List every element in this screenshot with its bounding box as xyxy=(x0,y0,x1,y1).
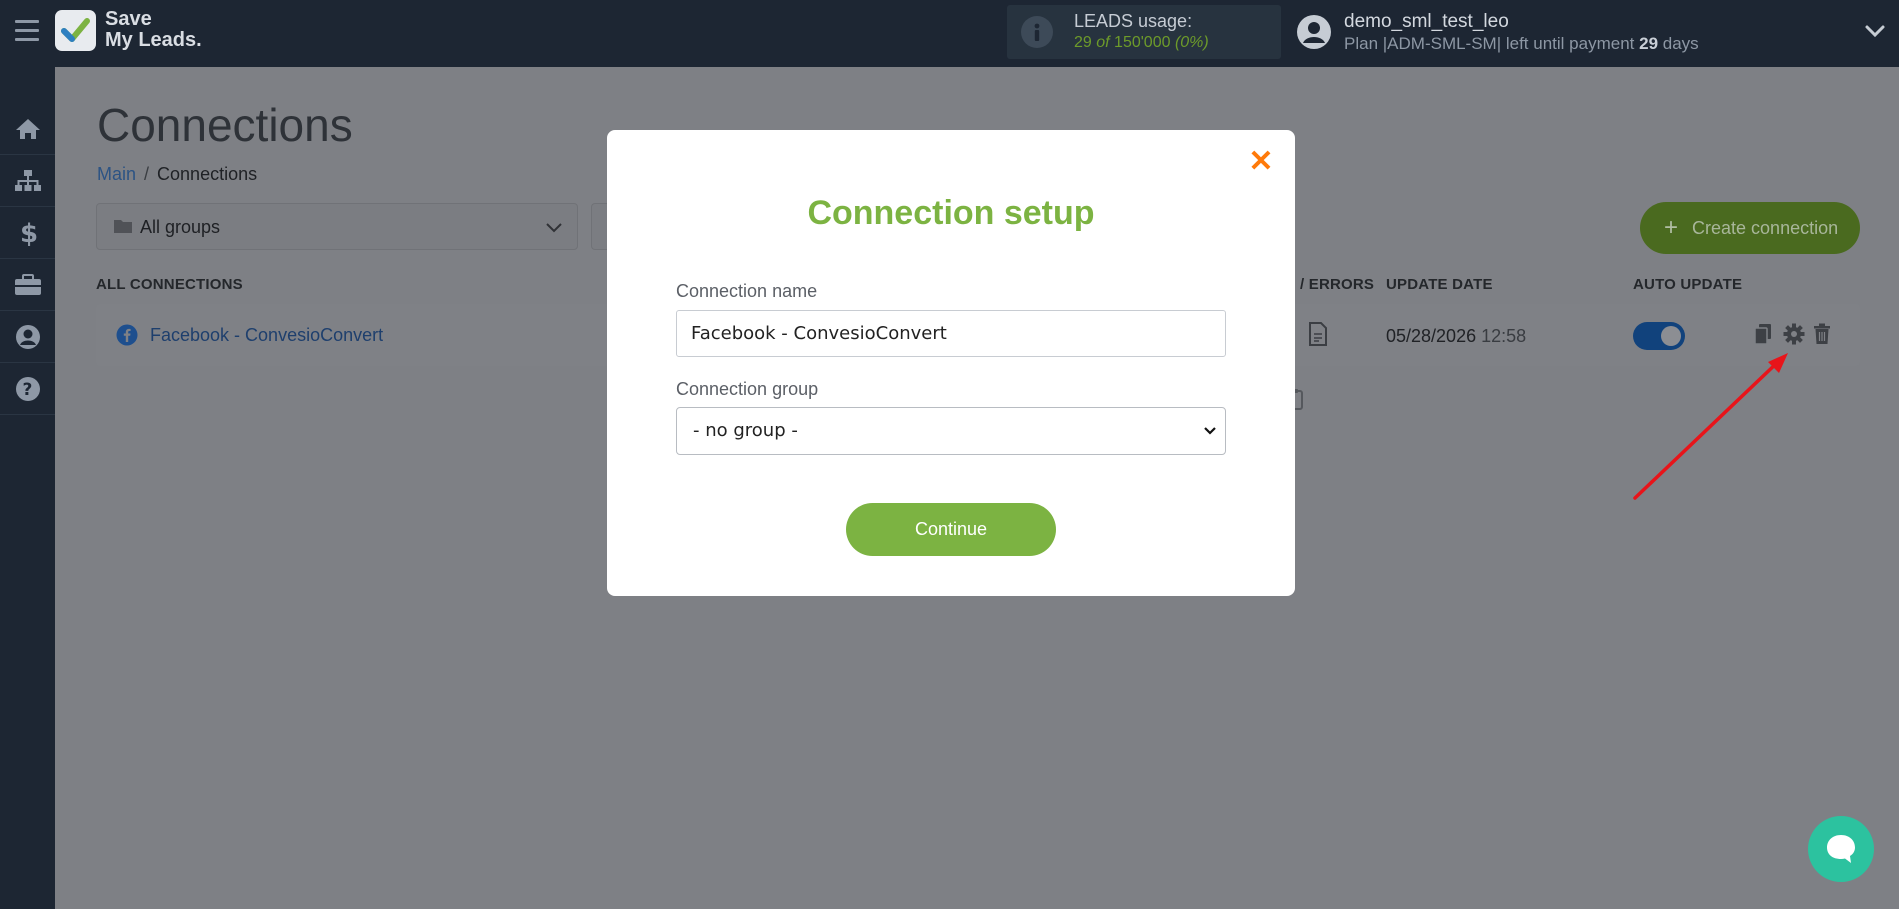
red-pointer-arrow xyxy=(1633,353,1788,500)
connection-group-value: - no group - xyxy=(693,420,798,441)
sidebar: $ ? xyxy=(0,67,55,909)
group-filter-select[interactable]: All groups xyxy=(96,203,578,250)
continue-button[interactable]: Continue xyxy=(846,503,1056,556)
help-icon: ? xyxy=(15,376,40,401)
chevron-down-icon xyxy=(546,223,562,233)
folder-icon xyxy=(114,220,132,233)
user-icon xyxy=(15,324,40,349)
create-connection-label: Create connection xyxy=(1692,217,1839,238)
logo-text[interactable]: Save My Leads. xyxy=(105,9,202,51)
sidebar-item-home[interactable] xyxy=(0,103,55,155)
usage-used: 29 xyxy=(1074,34,1092,51)
facebook-icon xyxy=(116,324,138,346)
usage-value: 29 of 150'000 (0%) xyxy=(1074,34,1209,52)
leads-usage-panel: LEADS usage: 29 of 150'000 (0%) xyxy=(1007,5,1281,59)
dollar-icon: $ xyxy=(20,219,37,247)
trash-icon[interactable] xyxy=(1813,323,1831,345)
chevron-down-icon xyxy=(1204,427,1216,435)
connection-group-label: Connection group xyxy=(676,379,819,399)
sidebar-item-sitemap[interactable] xyxy=(0,155,55,207)
usage-percent: (0%) xyxy=(1174,34,1209,51)
svg-text:?: ? xyxy=(22,380,32,400)
avatar-icon[interactable] xyxy=(1296,14,1332,50)
modal-title: Connection setup xyxy=(807,194,1095,232)
chat-button[interactable] xyxy=(1808,816,1874,882)
breadcrumb-separator: / xyxy=(144,164,150,184)
top-bar: Save My Leads. LEADS usage: 29 of 150'00… xyxy=(0,0,1899,67)
breadcrumb: Main / Connections xyxy=(97,164,257,185)
copy-icon[interactable] xyxy=(1754,323,1772,345)
plus-icon: + xyxy=(1664,214,1679,241)
update-date-day: 05/28/2026 xyxy=(1386,326,1477,346)
briefcase-icon xyxy=(14,273,41,295)
hamburger-menu-icon[interactable] xyxy=(15,20,39,42)
usage-label: LEADS usage: xyxy=(1074,11,1193,31)
days-suffix: days xyxy=(1662,34,1699,53)
logo-line-1: Save xyxy=(105,8,152,30)
connection-setup-modal: ✕ Connection setup Connection name Conne… xyxy=(607,130,1295,596)
sidebar-item-tools[interactable] xyxy=(0,259,55,311)
connection-name-label: Connection name xyxy=(676,281,818,301)
logo-icon[interactable] xyxy=(55,10,96,51)
chat-bubble-icon xyxy=(1827,835,1855,863)
days-left: 29 xyxy=(1639,34,1659,53)
update-date: 05/28/2026 12:58 xyxy=(1386,326,1526,347)
logo-line-2: My Leads. xyxy=(105,29,202,51)
header-update-date: UPDATE DATE xyxy=(1386,276,1493,293)
close-icon[interactable]: ✕ xyxy=(1247,147,1275,177)
info-icon xyxy=(1021,16,1053,48)
user-name[interactable]: demo_sml_test_leo xyxy=(1344,11,1509,33)
sitemap-icon xyxy=(14,169,41,191)
connection-name-link[interactable]: Facebook - ConvesioConvert xyxy=(150,325,383,346)
sidebar-item-billing[interactable]: $ xyxy=(0,207,55,259)
header-all-connections: ALL CONNECTIONS xyxy=(96,276,243,293)
toggle-knob xyxy=(1661,326,1681,346)
home-icon xyxy=(15,118,40,139)
chevron-down-icon[interactable] xyxy=(1864,22,1886,40)
create-connection-button[interactable]: + Create connection xyxy=(1640,202,1860,254)
header-auto-update: AUTO UPDATE xyxy=(1633,276,1743,293)
usage-total: 150'000 xyxy=(1114,34,1171,51)
svg-text:$: $ xyxy=(20,219,37,247)
breadcrumb-current: Connections xyxy=(157,164,258,184)
log-document-icon[interactable] xyxy=(1309,322,1327,346)
sidebar-item-account[interactable] xyxy=(0,311,55,363)
connection-group-select[interactable]: - no group - xyxy=(676,407,1226,455)
group-filter-value: All groups xyxy=(140,217,221,237)
usage-of: of xyxy=(1096,34,1110,51)
plan-prefix: Plan |ADM-SML-SM| left until payment xyxy=(1344,34,1635,53)
update-date-time: 12:58 xyxy=(1481,326,1527,346)
breadcrumb-main-link[interactable]: Main xyxy=(97,164,136,184)
sidebar-item-help[interactable]: ? xyxy=(0,363,55,415)
user-plan: Plan |ADM-SML-SM| left until payment 29 … xyxy=(1344,34,1699,54)
connection-name-input[interactable] xyxy=(676,310,1226,357)
gear-icon[interactable] xyxy=(1783,323,1805,345)
header-errors: / ERRORS xyxy=(1300,276,1375,293)
page-title: Connections xyxy=(97,99,353,151)
